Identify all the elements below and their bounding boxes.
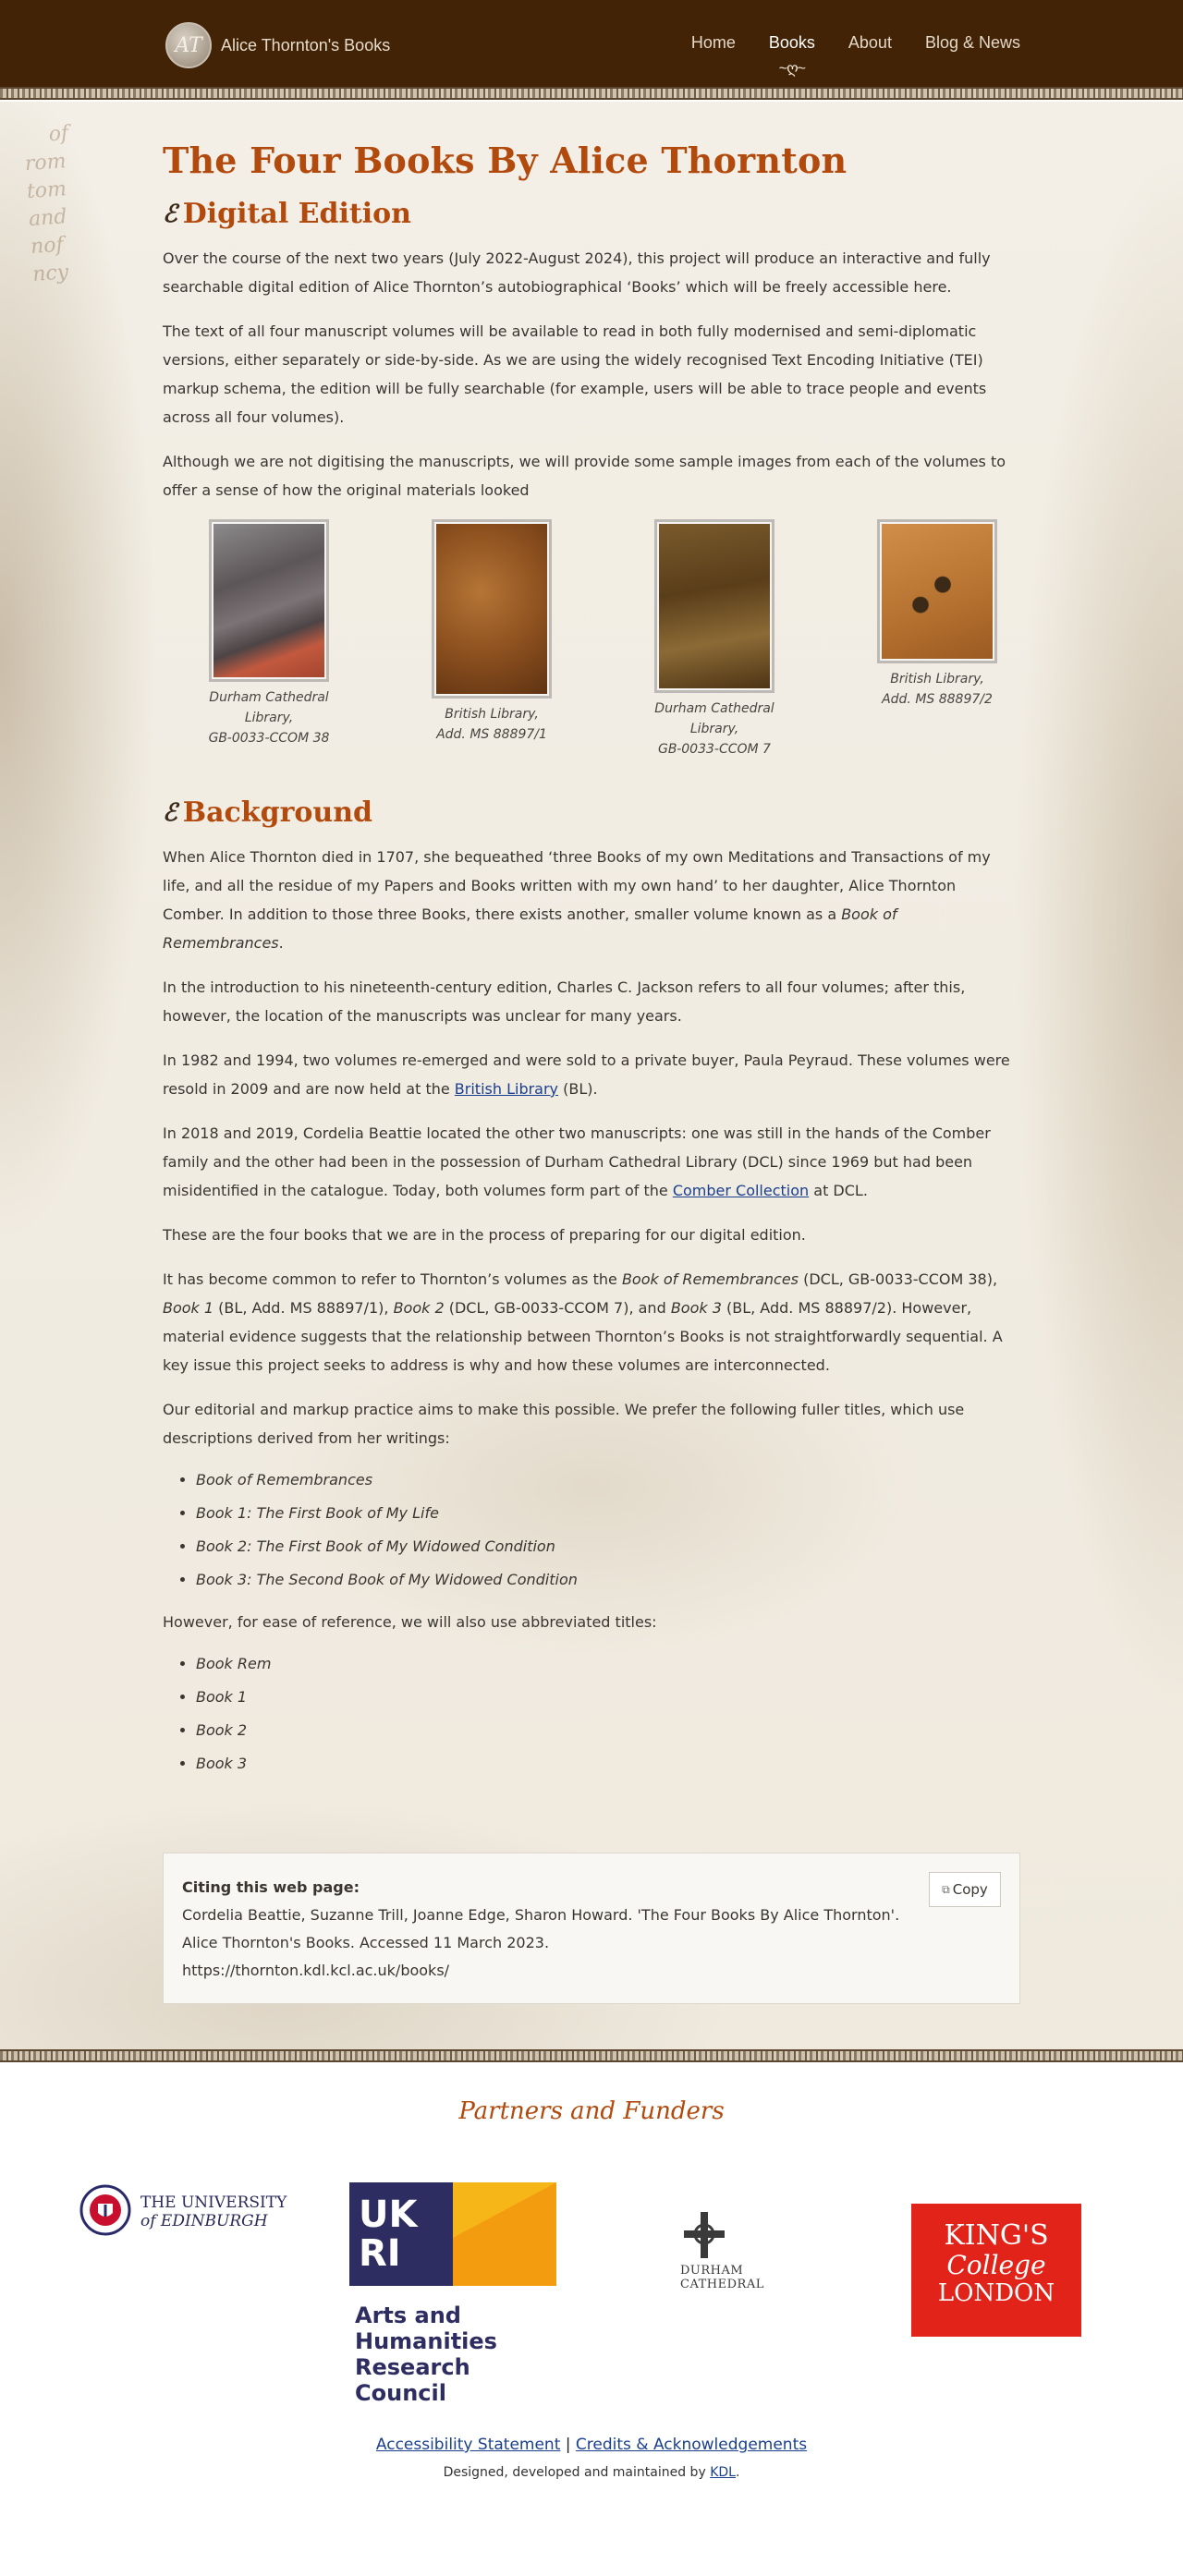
list-item: Book of Remembrances <box>196 1464 1020 1497</box>
list-item: Book Rem <box>196 1647 1020 1681</box>
gallery-item[interactable]: British Library, Add. MS 88897/1 <box>399 519 584 745</box>
brand-link[interactable]: AT Alice Thornton's Books <box>165 22 390 68</box>
partners-title: Partners and Funders <box>458 2097 725 2125</box>
fleuron-icon: ℰ <box>163 799 177 827</box>
copy-button-label: Copy <box>952 1881 988 1898</box>
background-heading-text: Background <box>182 796 372 829</box>
site-logo[interactable]: AT <box>165 22 212 68</box>
gallery-item[interactable]: Durham Cathedral Library, GB-0033-CCOM 7 <box>622 519 807 759</box>
nav-blog-news[interactable]: Blog & News <box>925 33 1020 53</box>
background-paragraph-5: These are the four books that we are in … <box>163 1226 806 1244</box>
margin-script-decoration: of rom tom and nof ncy <box>21 121 70 286</box>
active-flourish-icon: ~ღ~ <box>778 61 806 77</box>
manuscript-image[interactable] <box>209 519 329 682</box>
nav-books[interactable]: Books ~ღ~ <box>768 33 815 77</box>
page-title: The Four Books By Alice Thornton <box>163 140 848 181</box>
footer-links: Accessibility Statement | Credits & Ackn… <box>0 2436 1183 2454</box>
university-of-edinburgh-logo[interactable]: THE UNIVERSITY of EDINBURGH <box>79 2182 298 2238</box>
ukri-block: UKRI <box>349 2182 453 2286</box>
manuscript-image[interactable] <box>877 519 997 663</box>
background-paragraph-4: In 2018 and 2019, Cordelia Beattie locat… <box>163 1124 991 1199</box>
citation-heading: Citing this web page: <box>182 1878 360 1896</box>
image-caption: Durham Cathedral Library, GB-0033-CCOM 7 <box>654 701 774 757</box>
nav-books-label: Books <box>768 33 815 52</box>
background-paragraph-6: It has become common to refer to Thornto… <box>163 1270 1003 1374</box>
manuscript-image[interactable] <box>654 519 774 693</box>
image-caption: British Library, Add. MS 88897/1 <box>436 707 547 742</box>
site-header: AT Alice Thornton's Books Home Books ~ღ~… <box>0 0 1183 89</box>
background-heading: ℰ Background <box>163 795 1020 832</box>
digital-edition-paragraph-3: Although we are not digitising the manus… <box>163 453 1006 499</box>
main-content: The Four Books By Alice Thornton ℰ Digit… <box>163 139 1020 1780</box>
background-paragraph-2: In the introduction to his nineteenth-ce… <box>163 978 966 1025</box>
citation-line-1[interactable]: Cordelia Beattie, Suzanne Trill, Joanne … <box>182 1902 1001 1929</box>
gallery-item[interactable]: British Library, Add. MS 88897/2 <box>845 519 1030 710</box>
nav-home[interactable]: Home <box>691 33 736 53</box>
digital-edition-paragraph-1: Over the course of the next two years (J… <box>163 249 991 296</box>
copy-icon: ⧉ <box>942 1882 950 1896</box>
british-library-link[interactable]: British Library <box>455 1080 558 1098</box>
kings-college-london-logo[interactable]: KING'S College LONDON <box>911 2204 1081 2337</box>
decorative-border-top <box>0 87 1183 100</box>
background-paragraph-8: However, for ease of reference, we will … <box>163 1613 657 1631</box>
fleuron-icon: ℰ <box>163 200 177 228</box>
digital-edition-heading: ℰ Digital Edition <box>163 196 1020 233</box>
comber-collection-link[interactable]: Comber Collection <box>673 1182 809 1199</box>
gallery-item[interactable]: Durham Cathedral Library, GB-0033-CCOM 3… <box>177 519 361 748</box>
citation-line-2[interactable]: Alice Thornton's Books. Accessed 11 Marc… <box>182 1929 1001 1957</box>
background-paragraph-7: Our editorial and markup practice aims t… <box>163 1401 965 1447</box>
main-nav: Home Books ~ღ~ About Blog & News <box>658 33 1020 77</box>
manuscript-gallery: Durham Cathedral Library, GB-0033-CCOM 3… <box>163 519 1020 769</box>
accessibility-statement-link[interactable]: Accessibility Statement <box>376 2436 560 2454</box>
background-paragraph-1: When Alice Thornton died in 1707, she be… <box>163 848 991 952</box>
digital-edition-paragraph-2: The text of all four manuscript volumes … <box>163 322 987 426</box>
digital-edition-heading-text: Digital Edition <box>182 198 411 230</box>
short-titles-list: Book Rem Book 1 Book 2 Book 3 <box>163 1647 1020 1780</box>
decorative-border-bottom <box>0 2049 1183 2062</box>
credits-acknowledgements-link[interactable]: Credits & Acknowledgements <box>576 2436 807 2454</box>
list-item: Book 1 <box>196 1681 1020 1714</box>
ukri-ahrc-logo[interactable]: UKRI Arts and Humanities Research Counci… <box>349 2182 564 2406</box>
footer-link-separator: | <box>565 2436 571 2454</box>
ukri-accent-block <box>453 2182 556 2286</box>
durham-wordmark: DURHAM CATHEDRAL <box>680 2264 764 2291</box>
cathedral-cross-icon <box>684 2212 725 2258</box>
background-paragraph-3: In 1982 and 1994, two volumes re-emerged… <box>163 1051 1010 1098</box>
manuscript-image[interactable] <box>432 519 552 699</box>
image-caption: British Library, Add. MS 88897/2 <box>882 672 993 707</box>
full-titles-list: Book of Remembrances Book 1: The First B… <box>163 1464 1020 1597</box>
site-name[interactable]: Alice Thornton's Books <box>221 36 390 55</box>
kdl-link[interactable]: KDL <box>710 2465 736 2480</box>
citation-box: Citing this web page: Cordelia Beattie, … <box>163 1853 1020 2004</box>
footer-credit: Designed, developed and maintained by KD… <box>443 2465 740 2480</box>
kings-wordmark: KING'S College LONDON <box>937 2219 1055 2308</box>
list-item: Book 3 <box>196 1747 1020 1780</box>
list-item: Book 2: The First Book of My Widowed Con… <box>196 1530 1020 1563</box>
durham-cathedral-logo[interactable]: DURHAM CATHEDRAL <box>677 2210 787 2303</box>
image-caption: Durham Cathedral Library, GB-0033-CCOM 3… <box>208 690 330 746</box>
list-item: Book 1: The First Book of My Life <box>196 1497 1020 1530</box>
edinburgh-wordmark: THE UNIVERSITY of EDINBURGH <box>140 2193 287 2230</box>
list-item: Book 2 <box>196 1714 1020 1747</box>
list-item: Book 3: The Second Book of My Widowed Co… <box>196 1563 1020 1597</box>
copy-citation-button[interactable]: ⧉ Copy <box>929 1872 1001 1907</box>
citation-url[interactable]: https://thornton.kdl.kcl.ac.uk/books/ <box>182 1957 1001 1985</box>
nav-about[interactable]: About <box>848 33 892 53</box>
ahrc-wordmark: Arts and Humanities Research Council <box>355 2303 497 2406</box>
